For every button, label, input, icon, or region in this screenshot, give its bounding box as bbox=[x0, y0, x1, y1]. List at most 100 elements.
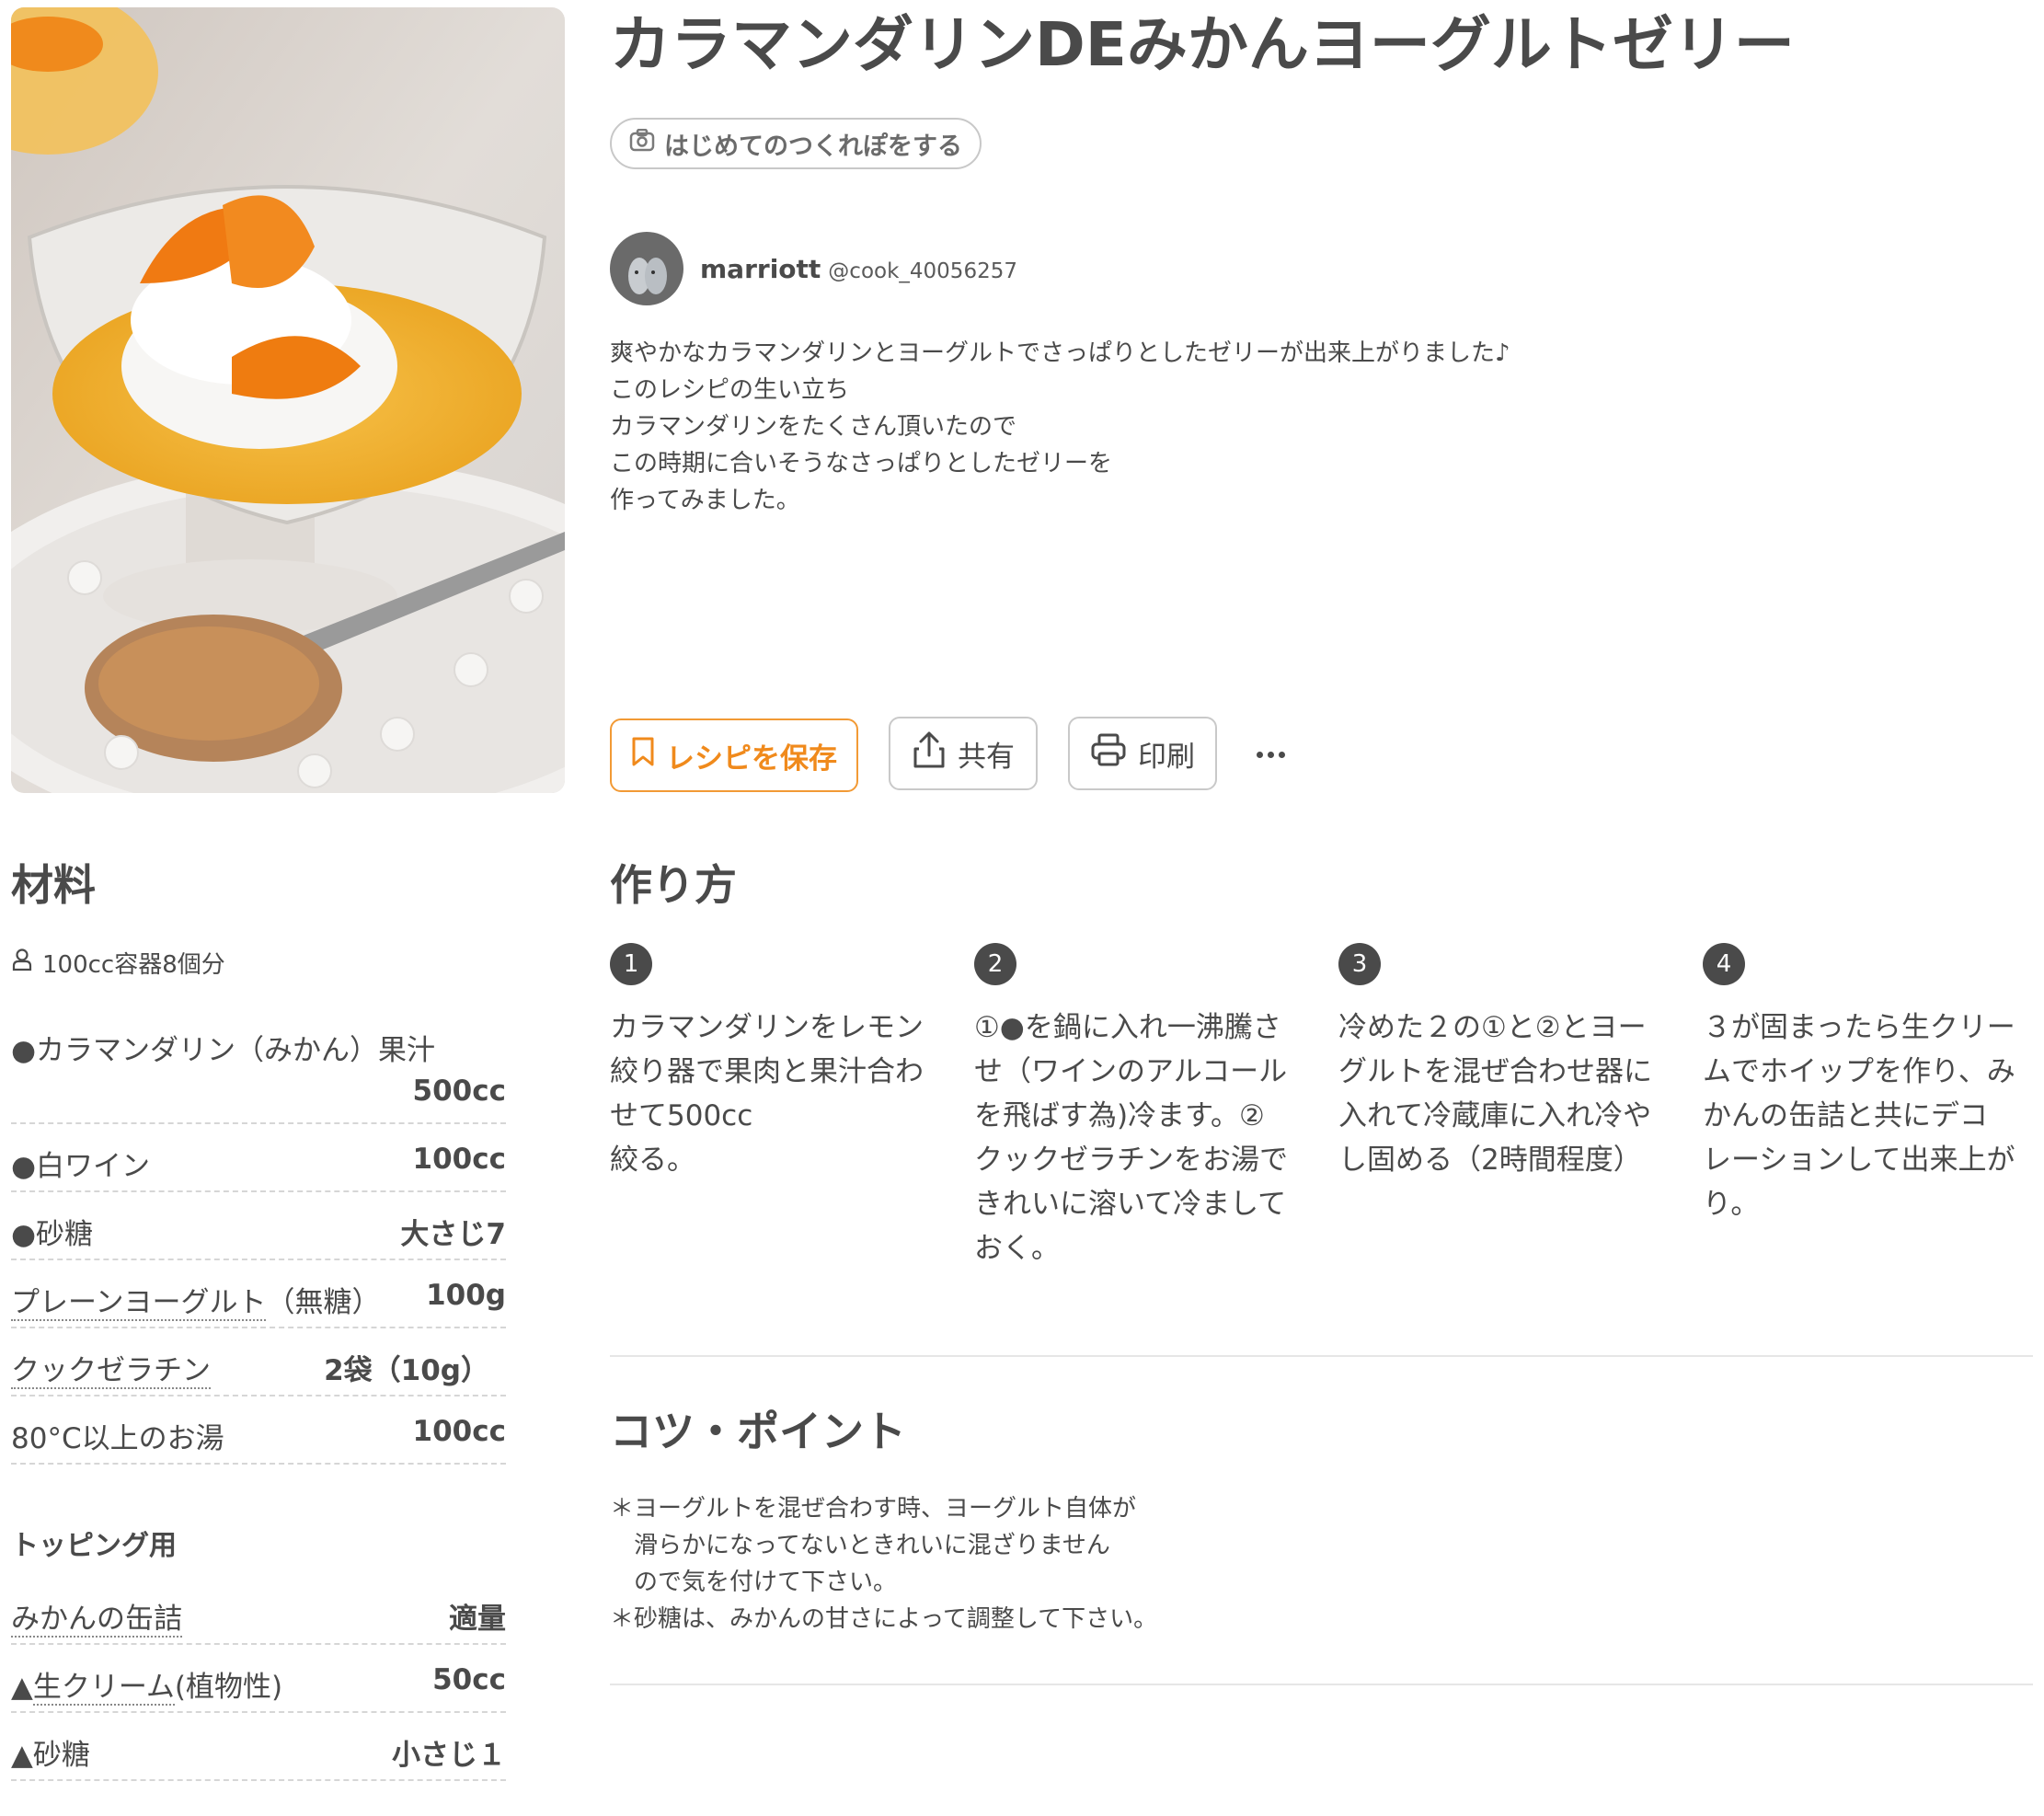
tips-heading: コツ・ポイント bbox=[610, 1407, 906, 1456]
more-dot bbox=[1267, 751, 1274, 758]
ingredient-name: ▲砂糖 bbox=[11, 1739, 90, 1772]
step-number: 4 bbox=[1703, 943, 1745, 985]
step-text: ①●を鍋に入れ一沸騰さ せ（ワインのアルコール を飛ばす為)冷ます。② クックゼ… bbox=[974, 1006, 1296, 1270]
ingredient-qty: 小さじ１ bbox=[392, 1739, 506, 1772]
tips-text: ＊ヨーグルトを混ぜ合わす時、ヨーグルト自体が 滑らかになってないときれいに混ざり… bbox=[610, 1490, 1714, 1638]
step-line: り。 bbox=[1703, 1188, 1760, 1221]
step-line: せて500cc bbox=[610, 1099, 753, 1132]
ingredient-row: プレーンヨーグルト（無糖） 100g bbox=[11, 1260, 506, 1328]
ingredient-qty: 2袋（10g） bbox=[324, 1354, 489, 1387]
tips-line: ので気を付けて下さい。 bbox=[610, 1569, 898, 1596]
ingredient-link[interactable]: プレーンヨーグルト bbox=[11, 1286, 267, 1321]
tsukurepo-button[interactable]: はじめてのつくれぽをする bbox=[610, 118, 982, 169]
step-line: ①●を鍋に入れ一沸騰さ bbox=[974, 1011, 1281, 1044]
author-block[interactable]: marriott @cook_40056257 bbox=[610, 232, 1017, 305]
more-dot bbox=[1278, 751, 1285, 758]
step-line: おく。 bbox=[974, 1232, 1060, 1265]
share-label: 共有 bbox=[958, 740, 1015, 774]
description-line: このレシピの生い立ち bbox=[610, 376, 850, 404]
author-name[interactable]: marriott bbox=[700, 254, 821, 284]
topping-heading: トッピング用 bbox=[11, 1530, 177, 1562]
ingredients-heading: 材料 bbox=[11, 860, 96, 910]
step-3: 3 冷めた２の①と②とヨー グルトを混ぜ合わせ器に 入れて冷蔵庫に入れ冷や し固… bbox=[1338, 943, 1660, 1182]
step-4: 4 ３が固まったら生クリー ムでホイップを作り、み かんの缶詰と共にデコ レーシ… bbox=[1703, 943, 2025, 1226]
ingredient-name: ●白ワイン bbox=[11, 1150, 151, 1183]
recipe-description: 爽やかなカラマンダリンとヨーグルトでさっぱりとしたゼリーが出来上がりました♪ こ… bbox=[610, 335, 1714, 519]
ingredient-row: ▲生クリーム(植物性) 50cc bbox=[11, 1645, 506, 1713]
steps-heading: 作り方 bbox=[610, 860, 737, 910]
step-text: 冷めた２の①と②とヨー グルトを混ぜ合わせ器に 入れて冷蔵庫に入れ冷や し固める… bbox=[1338, 1006, 1660, 1182]
share-icon bbox=[912, 730, 947, 776]
ingredient-link[interactable]: クックゼラチン bbox=[11, 1354, 211, 1389]
save-recipe-button[interactable]: レシピを保存 bbox=[610, 718, 858, 792]
ingredient-name: 80°C以上のお湯 bbox=[11, 1422, 224, 1455]
step-text: ３が固まったら生クリー ムでホイップを作り、み かんの缶詰と共にデコ レーション… bbox=[1703, 1006, 2025, 1226]
bookmark-icon bbox=[631, 736, 655, 775]
ingredient-name: ●カラマンダリン（みかん）果汁 bbox=[11, 1034, 436, 1067]
ingredient-row: みかんの缶詰 適量 bbox=[11, 1577, 506, 1645]
ingredient-name-rest: (植物性) bbox=[174, 1671, 283, 1704]
ingredient-prefix: ▲ bbox=[11, 1671, 33, 1704]
step-line: を飛ばす為)冷ます。② bbox=[974, 1099, 1265, 1132]
step-line: かんの缶詰と共にデコ bbox=[1703, 1099, 1988, 1132]
save-label: レシピを保存 bbox=[666, 741, 837, 776]
step-line: 冷めた２の①と②とヨー bbox=[1338, 1011, 1647, 1044]
step-1: 1 カラマンダリンをレモン 絞り器で果肉と果汁合わ せて500cc 絞る。 bbox=[610, 943, 932, 1182]
step-line: きれいに溶いて冷まして bbox=[974, 1188, 1287, 1221]
description-line: 爽やかなカラマンダリンとヨーグルトでさっぱりとしたゼリーが出来上がりました♪ bbox=[610, 339, 1510, 367]
divider bbox=[610, 1684, 2033, 1685]
step-line: ３が固まったら生クリー bbox=[1703, 1011, 2015, 1044]
ingredient-name: ●砂糖 bbox=[11, 1218, 94, 1251]
step-line: ムでホイップを作り、み bbox=[1703, 1055, 2015, 1088]
ingredient-qty: 100cc bbox=[412, 1415, 506, 1448]
servings-text: 100cc容器8個分 bbox=[42, 951, 225, 979]
tsukurepo-label: はじめてのつくれぽをする bbox=[664, 132, 962, 161]
step-number: 1 bbox=[610, 943, 652, 985]
ingredient-qty: 適量 bbox=[449, 1603, 506, 1636]
step-line: 入れて冷蔵庫に入れ冷や bbox=[1338, 1099, 1652, 1132]
description-line: 作ってみました。 bbox=[610, 487, 800, 514]
ingredient-row: ▲砂糖 小さじ１ bbox=[11, 1713, 506, 1781]
step-line: グルトを混ぜ合わせ器に bbox=[1338, 1055, 1652, 1088]
step-text: カラマンダリンをレモン 絞り器で果肉と果汁合わ せて500cc 絞る。 bbox=[610, 1006, 932, 1182]
ingredient-row: 80°C以上のお湯 100cc bbox=[11, 1396, 506, 1465]
camera-icon bbox=[629, 128, 655, 159]
ingredient-row: ●白ワイン 100cc bbox=[11, 1124, 506, 1192]
ingredient-link[interactable]: 生クリーム bbox=[32, 1671, 175, 1706]
ingredient-row: ●カラマンダリン（みかん）果汁 500cc bbox=[11, 1019, 506, 1124]
avatar[interactable] bbox=[610, 232, 683, 305]
author-handle: @cook_40056257 bbox=[828, 259, 1017, 283]
ingredient-qty: 100g bbox=[426, 1279, 506, 1312]
ingredient-qty: 100cc bbox=[412, 1143, 506, 1176]
step-line: クックゼラチンをお湯で bbox=[974, 1144, 1288, 1177]
recipe-photo bbox=[11, 7, 565, 793]
step-line: 絞り器で果肉と果汁合わ bbox=[610, 1055, 924, 1088]
step-line: 絞る。 bbox=[610, 1144, 695, 1177]
tips-line: 滑らかになってないときれいに混ざりません bbox=[610, 1532, 1110, 1559]
step-line: カラマンダリンをレモン bbox=[610, 1011, 924, 1044]
divider bbox=[610, 1355, 2033, 1357]
step-line: し固める（2時間程度） bbox=[1338, 1144, 1642, 1177]
step-line: せ（ワインのアルコール bbox=[974, 1055, 1288, 1088]
ingredient-row: クックゼラチン 2袋（10g） bbox=[11, 1328, 506, 1396]
step-2: 2 ①●を鍋に入れ一沸騰さ せ（ワインのアルコール を飛ばす為)冷ます。② クッ… bbox=[974, 943, 1296, 1270]
recipe-title: カラマンダリンDEみかんヨーグルトゼリー bbox=[610, 9, 1795, 80]
ingredient-name-rest: （無糖） bbox=[266, 1286, 381, 1319]
servings: 100cc容器8個分 bbox=[11, 946, 225, 980]
step-number: 3 bbox=[1338, 943, 1381, 985]
print-label: 印刷 bbox=[1138, 740, 1195, 774]
share-button[interactable]: 共有 bbox=[889, 717, 1038, 790]
tips-line: ＊砂糖は、みかんの甘さによって調整して下さい。 bbox=[610, 1605, 1158, 1633]
ingredient-link[interactable]: みかんの缶詰 bbox=[11, 1603, 182, 1638]
more-dot bbox=[1256, 751, 1263, 758]
ingredient-row: ●砂糖 大さじ7 bbox=[11, 1192, 506, 1260]
step-line: レーションして出来上が bbox=[1703, 1144, 2015, 1177]
more-options-button[interactable] bbox=[1247, 727, 1293, 782]
ingredient-qty: 500cc bbox=[412, 1075, 506, 1108]
description-line: この時期に合いそうなさっぱりとしたゼリーを bbox=[610, 450, 1113, 477]
print-button[interactable]: 印刷 bbox=[1068, 717, 1217, 790]
ingredient-qty: 50cc bbox=[432, 1663, 506, 1696]
printer-icon bbox=[1090, 732, 1127, 775]
person-icon bbox=[11, 948, 33, 978]
ingredient-qty: 大さじ7 bbox=[400, 1218, 506, 1251]
